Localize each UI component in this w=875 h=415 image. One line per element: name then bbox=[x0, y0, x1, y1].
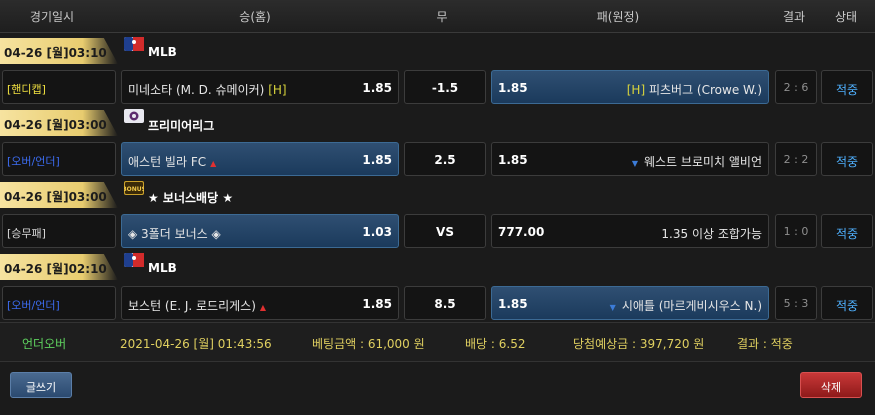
away-bet-option[interactable]: 777.00 1.35 이상 조합가능 bbox=[491, 214, 769, 248]
away-odds: 1.85 bbox=[498, 153, 528, 167]
home-bet-option[interactable]: 애스턴 빌라 FC ▲ 1.85 bbox=[121, 142, 399, 176]
header-status: 상태 bbox=[834, 10, 858, 24]
league-row: 04-26 [월]02:10 MLB bbox=[0, 251, 875, 283]
home-team: 애스턴 빌라 FC bbox=[128, 155, 207, 169]
status-badge: 적중 bbox=[821, 70, 873, 104]
over-arrow-icon: ▲ bbox=[210, 159, 217, 168]
bet-type: [핸디캡] bbox=[2, 70, 116, 104]
away-bet-option[interactable]: 1.85 ▼ 시애틀 (마르게비시우스 N.) bbox=[491, 286, 769, 320]
league-row: 04-26 [월]03:10 MLB bbox=[0, 35, 875, 67]
summary-odds: 배당 : 6.52 bbox=[465, 337, 526, 351]
away-bet-option[interactable]: 1.85 [H] 피츠버그 (Crowe W.) bbox=[491, 70, 769, 104]
league-row: 04-26 [월]03:00 BONUS ★ 보너스배당 ★ bbox=[0, 179, 875, 211]
home-bet-option[interactable]: ◈ 3폴더 보너스 ◈ 1.03 bbox=[121, 214, 399, 248]
bet-row: [오버/언더] 애스턴 빌라 FC ▲ 1.85 2.5 1.85 ▼ 웨스트 브로… bbox=[0, 142, 875, 178]
home-team: 보스턴 (E. J. 로드리게스) bbox=[128, 299, 256, 313]
away-odds: 777.00 bbox=[498, 225, 545, 239]
summary-bet-amount: 베팅금액 : 61,000 원 bbox=[312, 337, 425, 351]
header-result: 결과 bbox=[782, 10, 806, 24]
home-odds: 1.03 bbox=[362, 225, 392, 239]
total-line[interactable]: 2.5 bbox=[404, 142, 486, 176]
away-odds: 1.85 bbox=[498, 297, 528, 311]
away-team: 웨스트 브로미치 앨비언 bbox=[643, 155, 762, 169]
bet-type: [오버/언더] bbox=[2, 142, 116, 176]
bet-summary: 언더오버 2021-04-26 [월] 01:43:56 베팅금액 : 61,0… bbox=[0, 322, 875, 362]
handicap-tag: [H] bbox=[268, 83, 287, 97]
home-team: ◈ 3폴더 보너스 ◈ bbox=[128, 227, 221, 241]
bet-row: [승무패] ◈ 3폴더 보너스 ◈ 1.03 VS 777.00 1.35 이상… bbox=[0, 214, 875, 250]
away-odds: 1.85 bbox=[498, 81, 528, 95]
status-badge: 적중 bbox=[821, 142, 873, 176]
table-header: 경기일시 승(홈) 무 패(원정) 결과 상태 bbox=[0, 0, 875, 33]
league-name: ★ 보너스배당 ★ bbox=[148, 191, 234, 205]
header-away: 패(원정) bbox=[596, 10, 640, 24]
handicap-tag: [H] bbox=[626, 83, 646, 97]
league-name: MLB bbox=[148, 45, 177, 59]
away-team: 피츠버그 (Crowe W.) bbox=[648, 83, 762, 97]
score: 5 : 3 bbox=[775, 286, 817, 320]
under-arrow-icon: ▼ bbox=[609, 303, 616, 312]
league-row: 04-26 [월]03:00 프리미어리그 bbox=[0, 107, 875, 139]
bet-type: [오버/언더] bbox=[2, 286, 116, 320]
premier-league-icon bbox=[124, 109, 144, 123]
handicap-value[interactable]: -1.5 bbox=[404, 70, 486, 104]
summary-type: 언더오버 bbox=[22, 337, 67, 351]
home-odds: 1.85 bbox=[362, 81, 392, 95]
summary-result: 결과 : 적중 bbox=[737, 337, 793, 351]
mlb-icon bbox=[124, 37, 144, 51]
bet-row: [오버/언더] 보스턴 (E. J. 로드리게스) ▲ 1.85 8.5 1.85… bbox=[0, 286, 875, 322]
status-badge: 적중 bbox=[821, 286, 873, 320]
home-odds: 1.85 bbox=[362, 153, 392, 167]
mlb-icon bbox=[124, 253, 144, 267]
total-line[interactable]: 8.5 bbox=[404, 286, 486, 320]
home-team: 미네소타 (M. D. 슈메이커) bbox=[128, 83, 265, 97]
status-badge: 적중 bbox=[821, 214, 873, 248]
draw-option[interactable]: VS bbox=[404, 214, 486, 248]
bet-row: [핸디캡] 미네소타 (M. D. 슈메이커) [H] 1.85 -1.5 1.… bbox=[0, 70, 875, 106]
summary-datetime: 2021-04-26 [월] 01:43:56 bbox=[120, 337, 272, 351]
bonus-icon: BONUS bbox=[122, 181, 146, 195]
away-team: 1.35 이상 조합가능 bbox=[661, 227, 762, 241]
score: 1 : 0 bbox=[775, 214, 817, 248]
header-draw: 무 bbox=[436, 10, 448, 24]
bet-type: [승무패] bbox=[2, 214, 116, 248]
match-date: 04-26 [월]03:10 bbox=[0, 38, 118, 64]
home-odds: 1.85 bbox=[362, 297, 392, 311]
write-button[interactable]: 글쓰기 bbox=[10, 372, 72, 398]
over-arrow-icon: ▲ bbox=[259, 303, 267, 312]
league-name: 프리미어리그 bbox=[148, 119, 215, 133]
score: 2 : 2 bbox=[775, 142, 817, 176]
match-date: 04-26 [월]03:00 bbox=[0, 110, 118, 136]
away-team: 시애틀 (마르게비시우스 N.) bbox=[621, 299, 762, 313]
score: 2 : 6 bbox=[775, 70, 817, 104]
under-arrow-icon: ▼ bbox=[631, 159, 638, 168]
match-date: 04-26 [월]03:00 bbox=[0, 182, 118, 208]
delete-button[interactable]: 삭제 bbox=[800, 372, 862, 398]
away-bet-option[interactable]: 1.85 ▼ 웨스트 브로미치 앨비언 bbox=[491, 142, 769, 176]
match-date: 04-26 [월]02:10 bbox=[0, 254, 118, 280]
svg-text:BONUS: BONUS bbox=[124, 186, 144, 193]
home-bet-option[interactable]: 보스턴 (E. J. 로드리게스) ▲ 1.85 bbox=[121, 286, 399, 320]
league-name: MLB bbox=[148, 261, 177, 275]
summary-expected-payout: 당첨예상금 : 397,720 원 bbox=[573, 337, 705, 351]
home-bet-option[interactable]: 미네소타 (M. D. 슈메이커) [H] 1.85 bbox=[121, 70, 399, 104]
header-home: 승(홈) bbox=[239, 10, 271, 24]
header-date: 경기일시 bbox=[29, 10, 75, 24]
